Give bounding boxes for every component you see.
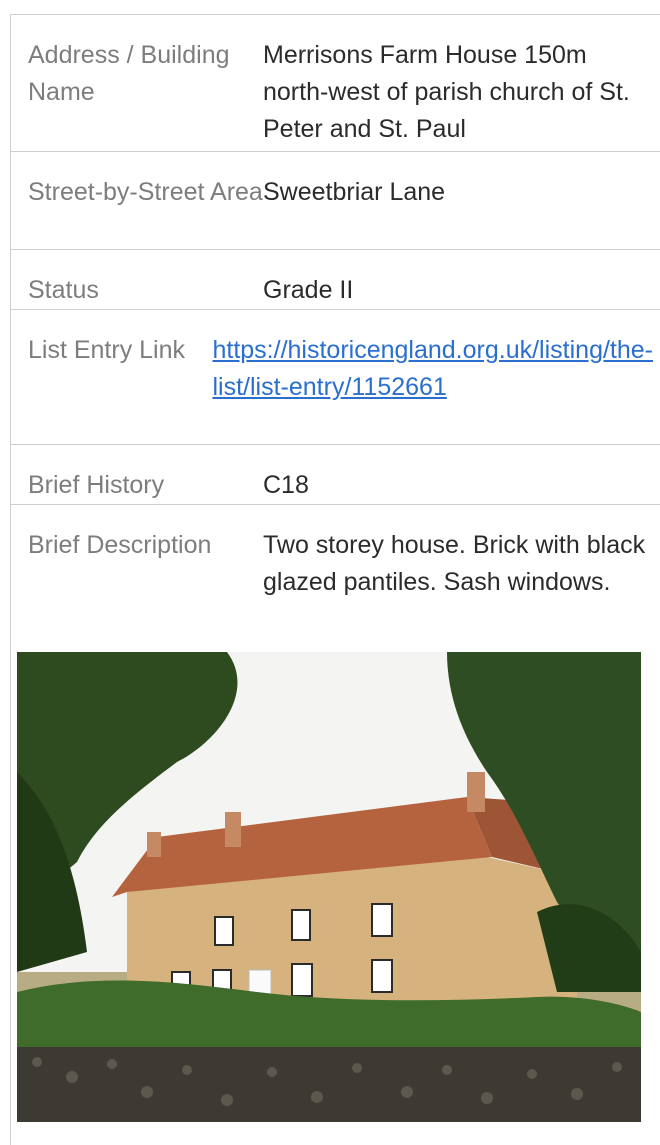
row-value-brief-description: Two storey house. Brick with black glaze… [263,531,646,596]
table-row-brief-description: Brief Description Two storey house. Bric… [11,505,660,669]
photo-farmhouse [17,652,641,1122]
table-row-brief-history: Brief History C18 [11,445,660,505]
table-row-list-entry-link: List Entry Link https://historicengland.… [11,310,660,445]
row-label-list-entry-link: List Entry Link [28,336,186,364]
list-entry-link[interactable]: https://historicengland.org.uk/listing/t… [212,336,653,401]
row-label-address: Address / Building Name [28,41,230,106]
table-row-status: Status Grade II [11,250,660,310]
row-value-brief-history: C18 [263,471,309,499]
row-label-street-area: Street-by-Street Area [28,178,263,206]
row-label-status: Status [28,276,99,304]
table-row-street-area: Street-by-Street Area Sweetbriar Lane [11,152,660,250]
farmhouse-photo-illustration [17,652,641,1122]
row-value-address: Merrisons Farm House 150m north-west of … [263,41,630,143]
row-label-brief-description: Brief Description [28,531,212,559]
row-label-brief-history: Brief History [28,471,165,499]
row-value-status: Grade II [263,276,354,304]
row-value-list-entry-link: https://historicengland.org.uk/listing/t… [212,332,660,444]
row-value-street-area: Sweetbriar Lane [263,178,446,206]
table-row-address: Address / Building Name Merrisons Farm H… [11,15,660,152]
